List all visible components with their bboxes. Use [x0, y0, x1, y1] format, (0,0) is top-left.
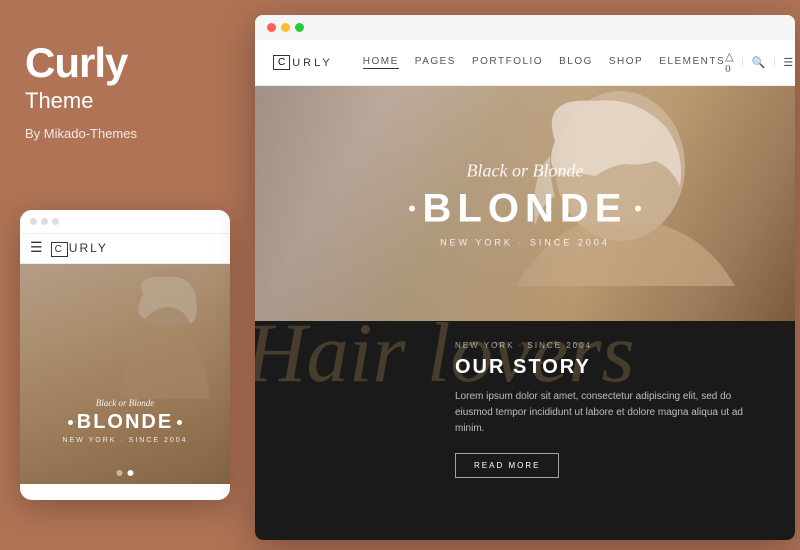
- desktop-hero-content: Black or Blonde BLONDE NEW YORK · SINCE …: [375, 160, 675, 247]
- brand-subtitle: Theme: [25, 88, 93, 114]
- read-more-button[interactable]: READ MORE: [455, 453, 559, 478]
- story-title: OUR STORY: [455, 356, 755, 379]
- desktop-nav: C URLY HOME PAGES PORTFOLIO BLOG SHOP EL…: [255, 40, 795, 86]
- mobile-dots: [30, 218, 59, 225]
- desktop-dot-accent-right: [635, 206, 641, 212]
- brand-by: By Mikado-Themes: [25, 126, 137, 141]
- menu-icon[interactable]: ☰: [783, 56, 793, 69]
- mobile-logo-box: C: [51, 242, 68, 257]
- mobile-dot-accent-left: [68, 420, 73, 425]
- desktop-preview: C URLY HOME PAGES PORTFOLIO BLOG SHOP EL…: [255, 15, 795, 540]
- story-content: NEW YORK · SINCE 2004 OUR STORY Lorem ip…: [455, 341, 755, 478]
- nav-link-home[interactable]: HOME: [363, 56, 399, 69]
- nav-link-pages[interactable]: PAGES: [415, 56, 456, 69]
- indicator-1[interactable]: [117, 470, 123, 476]
- nav-link-shop[interactable]: SHOP: [609, 56, 643, 69]
- mobile-indicators: [117, 470, 134, 476]
- indicator-2[interactable]: [128, 470, 134, 476]
- nav-link-portfolio[interactable]: PORTFOLIO: [472, 56, 543, 69]
- mobile-hero: Black or Blonde BLONDE NEW YORK · SINCE …: [20, 264, 230, 484]
- desktop-hero: Black or Blonde BLONDE NEW YORK · SINCE …: [255, 86, 795, 321]
- story-body: Lorem ipsum dolor sit amet, consectetur …: [455, 389, 755, 437]
- desktop-logo-text: URLY: [292, 57, 333, 69]
- desktop-story: Hair lovers NEW YORK · SINCE 2004 OUR ST…: [255, 321, 795, 540]
- mobile-dot-1: [30, 218, 37, 225]
- mobile-hero-text: Black or Blonde BLONDE NEW YORK · SINCE …: [20, 398, 230, 444]
- hamburger-icon[interactable]: ☰: [30, 240, 43, 257]
- mobile-hero-bg: [20, 264, 230, 484]
- desktop-nav-links: HOME PAGES PORTFOLIO BLOG SHOP ELEMENTS: [363, 56, 725, 69]
- desktop-logo-box: C: [273, 55, 290, 70]
- desktop-logo-wrap: C URLY: [273, 55, 333, 70]
- desktop-blonde-text: BLONDE: [423, 186, 628, 231]
- story-location: NEW YORK · SINCE 2004: [455, 341, 755, 350]
- mobile-dot-accent-right: [177, 420, 182, 425]
- desktop-dot-red: [267, 23, 276, 32]
- left-panel: Curly Theme By Mikado-Themes ☰ CURLY: [0, 0, 245, 550]
- mobile-top-bar: [20, 210, 230, 234]
- cart-icon[interactable]: △ 0: [725, 50, 733, 75]
- mobile-blonde: BLONDE: [20, 411, 230, 434]
- nav-divider-2: |: [773, 57, 775, 68]
- nav-link-elements[interactable]: ELEMENTS: [659, 56, 725, 69]
- desktop-dot-accent-left: [409, 206, 415, 212]
- search-icon[interactable]: 🔍: [752, 56, 766, 69]
- mobile-dot-3: [52, 218, 59, 225]
- nav-link-blog[interactable]: BLOG: [559, 56, 593, 69]
- desktop-blonde-wrap: BLONDE: [375, 186, 675, 231]
- nav-divider-1: |: [742, 57, 744, 68]
- mobile-hero-overlay: [20, 264, 230, 484]
- desktop-location: NEW YORK · SINCE 2004: [375, 237, 675, 247]
- mobile-logo: CURLY: [51, 241, 108, 257]
- brand-title: Curly: [25, 40, 127, 86]
- desktop-tagline: Black or Blonde: [375, 160, 675, 181]
- mobile-tagline: Black or Blonde: [20, 398, 230, 408]
- mobile-dot-2: [41, 218, 48, 225]
- desktop-dot-yellow: [281, 23, 290, 32]
- desktop-nav-icons: △ 0 | 🔍 | ☰: [725, 50, 793, 75]
- mobile-nav-bar: ☰ CURLY: [20, 234, 230, 264]
- mobile-preview: ☰ CURLY Black or Blonde: [20, 210, 230, 500]
- desktop-top-bar: [255, 15, 795, 40]
- mobile-location: NEW YORK · SINCE 2004: [20, 437, 230, 444]
- desktop-dot-green: [295, 23, 304, 32]
